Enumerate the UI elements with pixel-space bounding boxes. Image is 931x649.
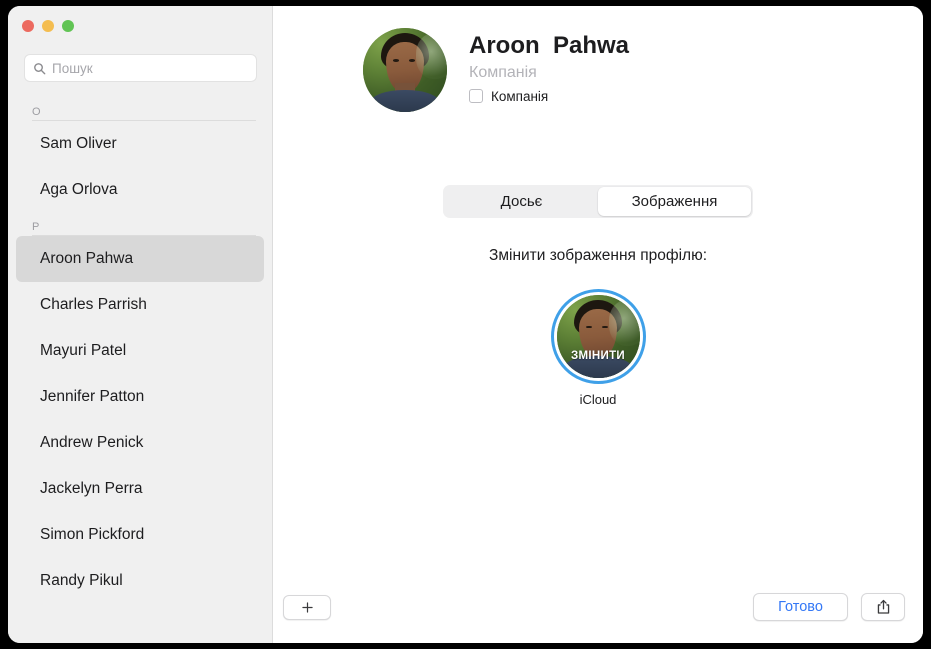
page-title: Aroon Pahwa (469, 32, 629, 60)
window-controls (22, 20, 74, 32)
tab-dossier[interactable]: Досьє (445, 187, 598, 216)
list-item[interactable]: Sam Oliver (16, 121, 264, 167)
avatar[interactable] (363, 28, 447, 112)
section-header-o: O (8, 98, 272, 120)
contacts-window: O Sam Oliver Aga Orlova P Aroon Pahwa Ch… (8, 6, 923, 643)
contact-header: Aroon Pahwa Компанія Компанія (363, 28, 629, 112)
profile-image-picker: ЗМІНИТИ iCloud (273, 289, 923, 407)
contact-list[interactable]: O Sam Oliver Aga Orlova P Aroon Pahwa Ch… (8, 98, 272, 643)
bottom-toolbar: Готово (273, 581, 923, 643)
list-item[interactable]: Simon Pickford (16, 512, 264, 558)
company-checkbox-label: Компанія (491, 89, 548, 104)
change-image-overlay-label[interactable]: ЗМІНИТИ (557, 350, 640, 362)
zoom-button[interactable] (62, 20, 74, 32)
section-header-p: P (8, 213, 272, 235)
share-icon (876, 599, 891, 615)
share-button[interactable] (861, 593, 905, 621)
avatar-photo-eye-left (393, 59, 399, 62)
avatar-photo (363, 28, 447, 112)
list-item[interactable]: Randy Pikul (16, 558, 264, 604)
change-image-label: Змінити зображення профілю: (273, 247, 923, 265)
company-checkbox-row[interactable]: Компанія (469, 89, 629, 104)
search-field[interactable] (24, 54, 257, 82)
detail-tabs[interactable]: Досьє Зображення (443, 185, 753, 218)
list-item-selected[interactable]: Aroon Pahwa (16, 236, 264, 282)
search-input[interactable] (52, 61, 248, 76)
list-item[interactable]: Charles Parrish (16, 282, 264, 328)
company-checkbox[interactable] (469, 89, 483, 103)
add-contact-button[interactable] (283, 595, 331, 620)
list-item[interactable]: Jackelyn Perra (16, 466, 264, 512)
tab-image[interactable]: Зображення (598, 187, 751, 216)
contact-detail-panel: Aroon Pahwa Компанія Компанія Досьє Зобр… (273, 6, 923, 643)
search-field-wrapper[interactable] (24, 54, 257, 82)
plus-icon (301, 601, 314, 614)
list-item[interactable]: Aga Orlova (16, 167, 264, 213)
profile-image-source-label: iCloud (580, 392, 617, 407)
list-item[interactable]: Jennifer Patton (16, 374, 264, 420)
avatar-photo-eye-right (409, 59, 415, 62)
done-button[interactable]: Готово (753, 593, 848, 621)
profile-image-option-icloud[interactable]: ЗМІНИТИ (551, 289, 646, 384)
profile-image-thumbnail: ЗМІНИТИ (557, 295, 640, 378)
minimize-button[interactable] (42, 20, 54, 32)
sidebar: O Sam Oliver Aga Orlova P Aroon Pahwa Ch… (8, 6, 273, 643)
company-field-placeholder[interactable]: Компанія (469, 64, 629, 82)
contact-header-text: Aroon Pahwa Компанія Компанія (469, 28, 629, 104)
list-item[interactable]: Mayuri Patel (16, 328, 264, 374)
avatar-photo-body (370, 90, 441, 112)
list-item[interactable]: Andrew Penick (16, 420, 264, 466)
search-icon (33, 62, 46, 75)
close-button[interactable] (22, 20, 34, 32)
picker-photo (557, 295, 640, 378)
